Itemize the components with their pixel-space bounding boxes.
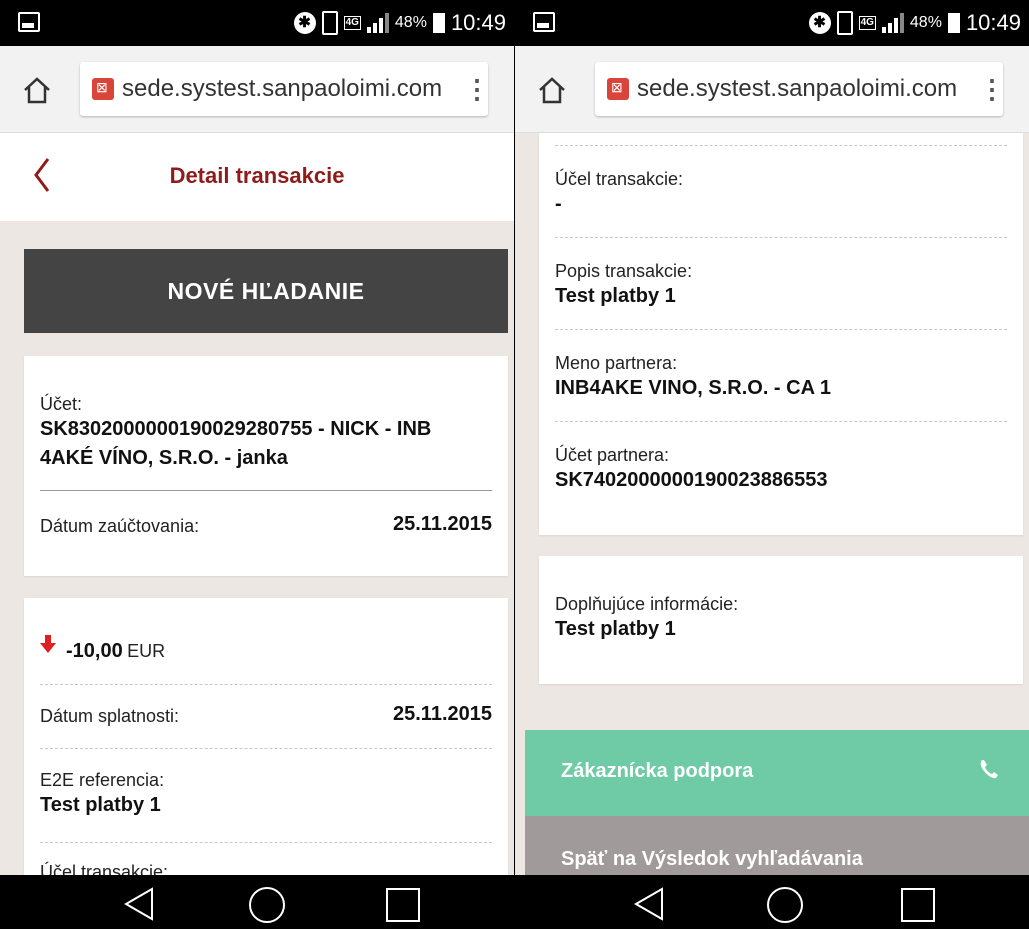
address-bar[interactable]: sede.systest.sanpaoloimi.com ⋮ [80,62,490,116]
description-value: Test platby 1 [555,285,676,307]
nav-back-icon[interactable] [120,887,160,921]
phone-icon [980,760,998,779]
page-title: Detail transakcie [169,163,345,188]
battery-percent: 48% [909,14,942,31]
vibrate-icon [321,11,338,35]
battery-icon [432,13,445,33]
status-icons: ✱ 4G 48% 10:49 [808,6,1021,40]
divider [40,842,492,843]
browser-toolbar: sede.systest.sanpaoloimi.com ⋮ [515,46,1029,133]
divider [40,490,492,491]
home-icon[interactable] [537,76,567,104]
partner-account-value: SK7402000000190023886553 [555,469,828,491]
clock: 10:49 [965,10,1021,35]
clock: 10:49 [450,10,506,35]
e2e-label: E2E referencia: [40,770,165,790]
posting-date-label: Dátum zaúčtovania: [40,516,200,536]
purpose-value: - [555,193,562,215]
transaction-card: -10,00 EUR Dátum splatnosti: 25.11.2015 … [24,598,508,898]
nav-back-icon[interactable] [630,887,670,921]
additional-info-label: Doplňujúce informácie: [555,594,739,614]
back-to-results-button[interactable]: Späť na Výsledok vyhľadávania [525,816,1029,876]
bluetooth-icon: ✱ [808,12,831,34]
lock-icon [92,78,114,100]
nav-home-icon[interactable] [247,885,287,925]
status-icons: ✱ 4G 48% 10:49 [293,6,506,40]
down-arrow-icon [40,635,56,653]
status-bar: ✱ 4G 48% 10:49 [515,0,1029,46]
account-value-line1: SK8302000000190029280755 - NICK - INB [40,418,432,440]
right-screen: ✱ 4G 48% 10:49 sede.systest.sanpaoloimi.… [515,0,1029,929]
partner-name-value: INB4AKE VINO, S.R.O. - CA 1 [555,377,831,399]
amount: -10,00 EUR [66,640,165,663]
network-type: 4G [343,16,361,30]
menu-dots-icon[interactable]: ⋮ [979,76,1005,102]
browser-toolbar: sede.systest.sanpaoloimi.com ⋮ [0,46,514,133]
partner-account-label: Účet partnera: [555,445,670,465]
description-label: Popis transakcie: [555,261,693,281]
home-icon[interactable] [22,76,52,104]
nav-recents-icon[interactable] [385,887,421,923]
posting-date-value: 25.11.2015 [393,513,492,535]
divider [40,748,492,749]
android-nav-bar [515,875,1029,929]
left-screen: ✱ 4G 48% 10:49 sede.systest.sanpaoloimi.… [0,0,514,929]
url-text: sede.systest.sanpaoloimi.com [122,75,443,102]
vibrate-icon [836,11,853,35]
divider [40,684,492,685]
gallery-notification-icon [18,12,40,32]
divider [555,421,1007,422]
menu-dots-icon[interactable]: ⋮ [464,76,490,102]
account-card: Účet: SK8302000000190029280755 - NICK - … [24,356,508,576]
nav-recents-icon[interactable] [900,887,936,923]
divider [555,329,1007,330]
url-text: sede.systest.sanpaoloimi.com [637,75,958,102]
signal-icon [366,13,389,33]
new-search-button[interactable]: NOVÉ HĽADANIE [24,249,508,333]
amount-currency: EUR [127,641,166,661]
additional-info-value: Test platby 1 [555,618,676,640]
divider [555,145,1007,146]
due-date-label: Dátum splatnosti: [40,706,180,726]
status-bar: ✱ 4G 48% 10:49 [0,0,514,46]
additional-info-card: Doplňujúce informácie: Test platby 1 [539,556,1023,684]
lock-icon [607,78,629,100]
nav-home-icon[interactable] [765,885,805,925]
partner-name-label: Meno partnera: [555,353,678,373]
e2e-value: Test platby 1 [40,794,161,816]
page-header: Detail transakcie [0,133,514,221]
address-bar[interactable]: sede.systest.sanpaoloimi.com ⋮ [595,62,1005,116]
transaction-details-card: Účel transakcie: - Popis transakcie: Tes… [539,133,1023,535]
purpose-label: Účel transakcie: [555,169,684,189]
signal-icon [881,13,904,33]
due-date-value: 25.11.2015 [393,703,492,725]
account-label: Účet: [40,394,83,414]
customer-support-button[interactable]: Zákaznícka podpora [525,730,1029,816]
bluetooth-icon: ✱ [293,12,316,34]
back-to-results-label: Späť na Výsledok vyhľadávania [561,848,863,870]
network-type: 4G [858,16,876,30]
amount-value: -10,00 [66,640,123,662]
divider [555,237,1007,238]
gallery-notification-icon [533,12,555,32]
android-nav-bar [0,875,514,929]
account-value-line2: 4AKÉ VÍNO, S.R.O. - janka [40,447,288,469]
battery-icon [947,13,960,33]
battery-percent: 48% [394,14,427,31]
support-label: Zákaznícka podpora [561,760,754,782]
